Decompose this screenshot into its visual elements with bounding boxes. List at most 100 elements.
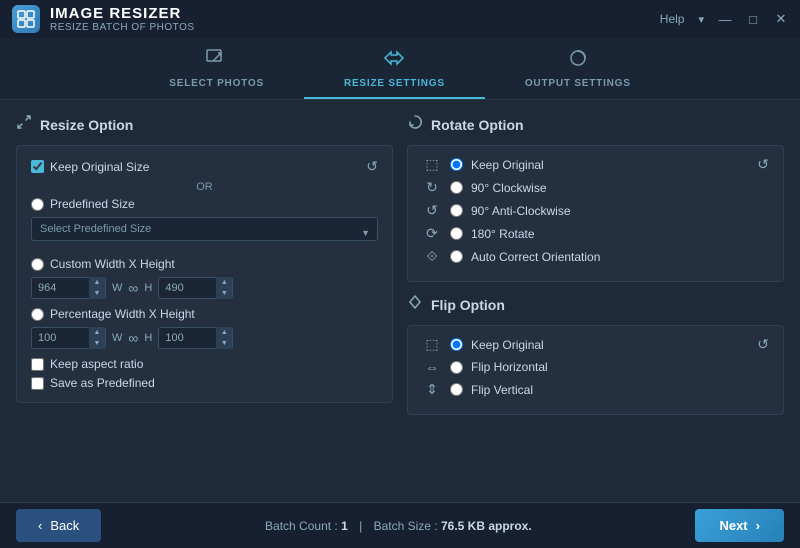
- pct-width-input-wrap: ▲ ▼: [31, 327, 106, 349]
- flip-v-icon: ⇕: [422, 381, 442, 398]
- h-label: H: [144, 282, 152, 294]
- back-label: Back: [50, 518, 79, 533]
- rotate-90cw-icon: ↻: [422, 179, 442, 196]
- help-button[interactable]: Help: [660, 12, 685, 26]
- maximize-button[interactable]: □: [746, 12, 760, 26]
- footer-info: Batch Count : 1 | Batch Size : 76.5 KB a…: [265, 519, 532, 533]
- flip-option-title: Flip Option: [431, 297, 505, 313]
- tab-output-settings[interactable]: OUTPUT SETTINGS: [485, 38, 671, 99]
- flip-vertical-radio[interactable]: [450, 383, 463, 396]
- flip-option-keep[interactable]: ⬚ Keep Original: [422, 336, 757, 353]
- percentage-size-option[interactable]: Percentage Width X Height: [31, 307, 378, 321]
- pct-height-down-button[interactable]: ▼: [216, 338, 232, 349]
- rotate-option-180[interactable]: ⟳ 180° Rotate: [422, 225, 757, 242]
- custom-size-option[interactable]: Custom Width X Height: [31, 257, 378, 271]
- pct-width-down-button[interactable]: ▼: [89, 338, 105, 349]
- predefined-size-select-wrapper[interactable]: Select Predefined Size: [31, 217, 378, 249]
- flip-keep-label: Keep Original: [471, 338, 544, 352]
- flip-vertical-label: Flip Vertical: [471, 383, 533, 397]
- titlebar: IMAGE RESIZER RESIZE BATCH OF PHOTOS Hel…: [0, 0, 800, 38]
- rotate-option-auto[interactable]: ⟐ Auto Correct Orientation: [422, 248, 757, 265]
- app-subtitle: RESIZE BATCH OF PHOTOS: [50, 22, 195, 33]
- save-predefined-checkbox[interactable]: [31, 377, 44, 390]
- save-predefined-label: Save as Predefined: [50, 376, 155, 390]
- app-title-block: IMAGE RESIZER RESIZE BATCH OF PHOTOS: [50, 5, 195, 33]
- flip-option-horizontal[interactable]: ⇔ Flip Horizontal: [422, 359, 757, 375]
- predefined-size-option[interactable]: Predefined Size: [31, 197, 378, 211]
- rotate-auto-label: Auto Correct Orientation: [471, 250, 600, 264]
- close-button[interactable]: ✕: [774, 12, 788, 26]
- rotate-180-icon: ⟳: [422, 225, 442, 242]
- keep-aspect-ratio-label: Keep aspect ratio: [50, 357, 143, 371]
- flip-option-header: Flip Option: [407, 294, 784, 315]
- titlebar-right: Help ▾ — □ ✕: [660, 12, 788, 26]
- height-up-button[interactable]: ▲: [216, 277, 232, 288]
- titlebar-left: IMAGE RESIZER RESIZE BATCH OF PHOTOS: [12, 5, 195, 33]
- rotate-180-radio[interactable]: [450, 227, 463, 240]
- tab-output-settings-label: OUTPUT SETTINGS: [525, 78, 631, 89]
- save-predefined-option[interactable]: Save as Predefined: [31, 376, 378, 390]
- custom-size-radio[interactable]: [31, 258, 44, 271]
- custom-dimension-row: ▲ ▼ W ∞ H ▲ ▼: [31, 277, 378, 299]
- rotate-90acw-label: 90° Anti-Clockwise: [471, 204, 571, 218]
- flip-section-icon: [407, 294, 423, 315]
- resize-option-panel: Resize Option Keep Original Size ↺ OR Pr…: [16, 114, 393, 506]
- main-content: Resize Option Keep Original Size ↺ OR Pr…: [0, 100, 800, 520]
- tab-select-photos[interactable]: SELECT PHOTOS: [129, 38, 304, 99]
- height-down-button[interactable]: ▼: [216, 288, 232, 299]
- pct-height-up-button[interactable]: ▲: [216, 327, 232, 338]
- width-input-wrap: ▲ ▼: [31, 277, 106, 299]
- back-chevron-icon: ‹: [38, 518, 42, 533]
- flip-reset-button[interactable]: ↺: [757, 336, 769, 353]
- rotate-option-header: Rotate Option: [407, 114, 784, 135]
- keep-aspect-ratio-option[interactable]: Keep aspect ratio: [31, 357, 378, 371]
- right-panel: Rotate Option ⬚ Keep Original ↻ 90° Cloc…: [407, 114, 784, 506]
- tab-resize-settings[interactable]: RESIZE SETTINGS: [304, 38, 485, 99]
- rotate-keep-label: Keep Original: [471, 158, 544, 172]
- flip-option-vertical[interactable]: ⇕ Flip Vertical: [422, 381, 757, 398]
- batch-count-label: Batch Count :: [265, 519, 338, 533]
- minimize-button[interactable]: —: [718, 12, 732, 26]
- flip-keep-radio[interactable]: [450, 338, 463, 351]
- rotate-option-keep[interactable]: ⬚ Keep Original: [422, 156, 757, 173]
- keep-aspect-ratio-checkbox[interactable]: [31, 358, 44, 371]
- predefined-size-label: Predefined Size: [50, 197, 135, 211]
- help-chevron: ▾: [698, 13, 704, 26]
- rotate-option-90cw[interactable]: ↻ 90° Clockwise: [422, 179, 757, 196]
- rotate-section-icon: [407, 114, 423, 135]
- flip-option-box: ⬚ Keep Original ⇔ Flip Horizontal ⇕ Flip…: [407, 325, 784, 415]
- rotate-90acw-radio[interactable]: [450, 204, 463, 217]
- keep-original-size-label: Keep Original Size: [50, 160, 149, 174]
- width-down-button[interactable]: ▼: [89, 288, 105, 299]
- pct-w-label: W: [112, 332, 122, 344]
- infinity-icon: ∞: [128, 280, 138, 296]
- pct-h-label: H: [144, 332, 152, 344]
- pct-width-up-button[interactable]: ▲: [89, 327, 105, 338]
- next-button[interactable]: Next ›: [695, 509, 784, 542]
- next-chevron-icon: ›: [756, 518, 760, 533]
- keep-original-size-checkbox[interactable]: [31, 160, 44, 173]
- flip-horizontal-radio[interactable]: [450, 361, 463, 374]
- rotate-option-90acw[interactable]: ↺ 90° Anti-Clockwise: [422, 202, 757, 219]
- rotate-auto-icon: ⟐: [422, 248, 442, 265]
- keep-original-size-option[interactable]: Keep Original Size: [31, 160, 149, 174]
- predefined-size-radio[interactable]: [31, 198, 44, 211]
- flip-horizontal-label: Flip Horizontal: [471, 360, 548, 374]
- width-up-button[interactable]: ▲: [89, 277, 105, 288]
- rotate-keep-radio[interactable]: [450, 158, 463, 171]
- resize-settings-icon: [381, 48, 407, 74]
- batch-size-label: Batch Size :: [374, 519, 438, 533]
- rotate-auto-radio[interactable]: [450, 250, 463, 263]
- footer: ‹ Back Batch Count : 1 | Batch Size : 76…: [0, 502, 800, 548]
- percentage-size-label: Percentage Width X Height: [50, 307, 195, 321]
- back-button[interactable]: ‹ Back: [16, 509, 101, 542]
- output-settings-icon: [566, 48, 590, 74]
- rotate-options-list: ⬚ Keep Original ↻ 90° Clockwise ↺ 90° An…: [422, 156, 757, 271]
- rotate-reset-button[interactable]: ↺: [757, 156, 769, 173]
- percentage-size-radio[interactable]: [31, 308, 44, 321]
- predefined-size-select[interactable]: Select Predefined Size: [31, 217, 378, 241]
- resize-reset-button[interactable]: ↺: [366, 158, 378, 175]
- resize-option-header: Resize Option: [16, 114, 393, 135]
- rotate-90cw-radio[interactable]: [450, 181, 463, 194]
- or-label: OR: [31, 181, 378, 193]
